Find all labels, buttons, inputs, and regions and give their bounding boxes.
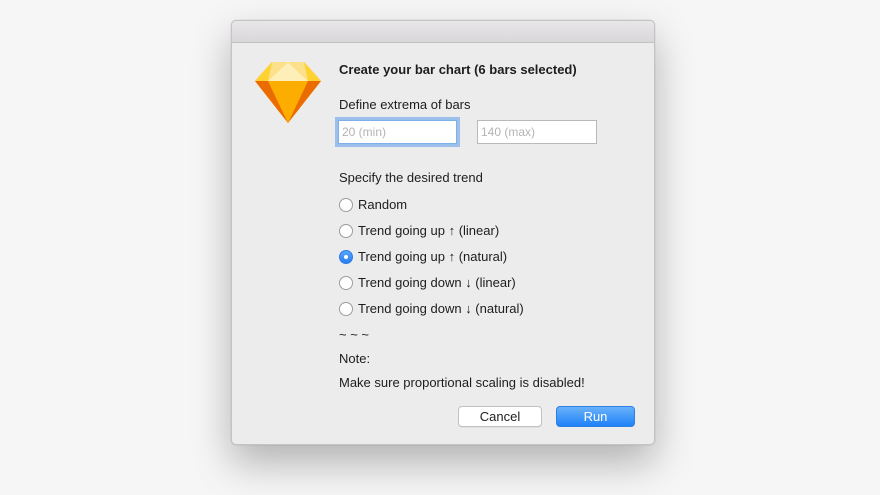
note-text: Make sure proportional scaling is disabl… bbox=[339, 375, 585, 390]
radio-button[interactable] bbox=[339, 275, 353, 290]
radio-button[interactable] bbox=[339, 223, 353, 238]
trend-option-label: Trend going up ↑ (natural) bbox=[358, 249, 508, 264]
trend-label: Specify the desired trend bbox=[339, 170, 483, 185]
run-button[interactable]: Run bbox=[556, 406, 635, 427]
trend-option-up-linear[interactable]: Trend going up ↑ (linear) bbox=[339, 222, 499, 239]
dialog-titlebar[interactable] bbox=[232, 21, 654, 43]
trend-option-label: Random bbox=[358, 197, 408, 212]
trend-option-random[interactable]: Random bbox=[339, 196, 407, 213]
dialog-title: Create your bar chart (6 bars selected) bbox=[339, 62, 577, 77]
trend-option-down-linear[interactable]: Trend going down ↓ (linear) bbox=[339, 274, 516, 291]
max-value-input[interactable] bbox=[477, 120, 597, 144]
trend-option-label: Trend going down ↓ (linear) bbox=[358, 275, 516, 290]
min-value-input[interactable] bbox=[338, 120, 457, 144]
radio-button-selected[interactable] bbox=[339, 249, 353, 264]
extrema-label: Define extrema of bars bbox=[339, 97, 471, 112]
trend-option-down-natural[interactable]: Trend going down ↓ (natural) bbox=[339, 300, 524, 317]
radio-button[interactable] bbox=[339, 197, 353, 212]
separator-text: ~ ~ ~ bbox=[339, 327, 369, 342]
trend-option-up-natural[interactable]: Trend going up ↑ (natural) bbox=[339, 248, 507, 265]
note-label: Note: bbox=[339, 351, 371, 366]
trend-option-label: Trend going down ↓ (natural) bbox=[358, 301, 524, 316]
sketch-diamond-icon bbox=[255, 62, 321, 123]
radio-button[interactable] bbox=[339, 301, 353, 316]
trend-option-label: Trend going up ↑ (linear) bbox=[358, 223, 500, 238]
cancel-button[interactable]: Cancel bbox=[458, 406, 542, 427]
chart-dialog: Create your bar chart (6 bars selected) … bbox=[231, 20, 655, 445]
